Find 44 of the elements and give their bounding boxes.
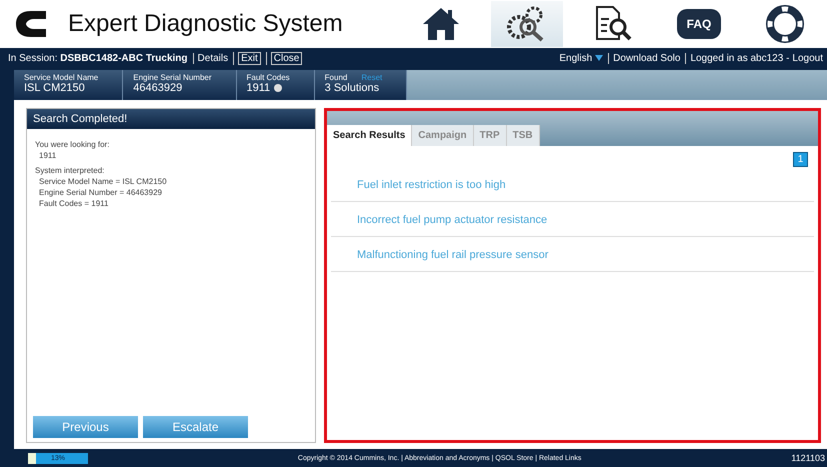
login-status: Logged in as abc123 - — [685, 52, 790, 64]
panel-title: Search Completed! — [27, 109, 315, 129]
crumb-label: Engine Serial Number — [133, 73, 212, 82]
search-summary-line: Fault Codes = 1911 — [38, 198, 110, 209]
nav-button[interactable] — [491, 1, 563, 47]
faq-bubble: FAQ — [676, 9, 722, 39]
search-summary-line: You were looking for: — [35, 139, 110, 150]
logout-link[interactable]: Logout — [792, 52, 823, 64]
search-summary-line: Service Model Name = ISL CM2150 — [38, 176, 168, 187]
search-summary-line: System interpreted: — [35, 165, 106, 176]
session-button[interactable]: Close — [270, 52, 302, 64]
home-icon — [421, 6, 461, 42]
build-number: 1121103 — [791, 453, 826, 463]
crumb-label: Fault Codes — [246, 73, 290, 82]
results-tab[interactable]: TRP — [474, 125, 507, 146]
result-link[interactable]: Malfunctioning fuel rail pressure sensor — [357, 249, 548, 261]
panel-button[interactable]: Escalate — [143, 416, 248, 438]
app-title: Expert Diagnostic System — [68, 10, 343, 38]
crumb-value: 3 Solutions — [324, 82, 380, 94]
results-tab[interactable]: TSB — [506, 125, 540, 146]
nav-button[interactable]: FAQ — [663, 1, 735, 47]
crumb-value: ISL CM2150 — [24, 82, 85, 94]
logo-icon — [14, 9, 48, 39]
document-search-icon — [593, 5, 633, 43]
dropdown-caret-icon — [595, 55, 604, 61]
download-link[interactable]: Download Solo — [608, 52, 680, 64]
lifebuoy-icon — [765, 4, 805, 44]
results-tab[interactable]: Search Results — [327, 125, 412, 146]
crumb-label: Found — [324, 73, 348, 82]
result-link[interactable]: Incorrect fuel pump actuator resistance — [357, 214, 548, 226]
crumb-value: 46463929 — [133, 82, 182, 94]
crumb-label: Service Model Name — [24, 73, 98, 82]
reset-link[interactable]: Reset — [361, 73, 382, 82]
results-tab[interactable]: Campaign — [412, 125, 474, 146]
details-link[interactable]: Details — [192, 52, 228, 64]
session-label: In Session: DSBBC1482-ABC Trucking — [8, 52, 188, 64]
language-select[interactable]: English — [559, 52, 592, 64]
search-summary-line: Engine Serial Number = 46463929 — [38, 187, 163, 198]
session-button[interactable]: Exit — [238, 52, 261, 64]
search-summary-line: 1911 — [38, 150, 58, 161]
panel-button[interactable]: Previous — [33, 416, 138, 438]
page-button[interactable]: 1 — [793, 152, 808, 167]
result-link[interactable]: Fuel inlet restriction is too high — [357, 179, 506, 191]
crumb-value: 1911 — [246, 82, 270, 94]
